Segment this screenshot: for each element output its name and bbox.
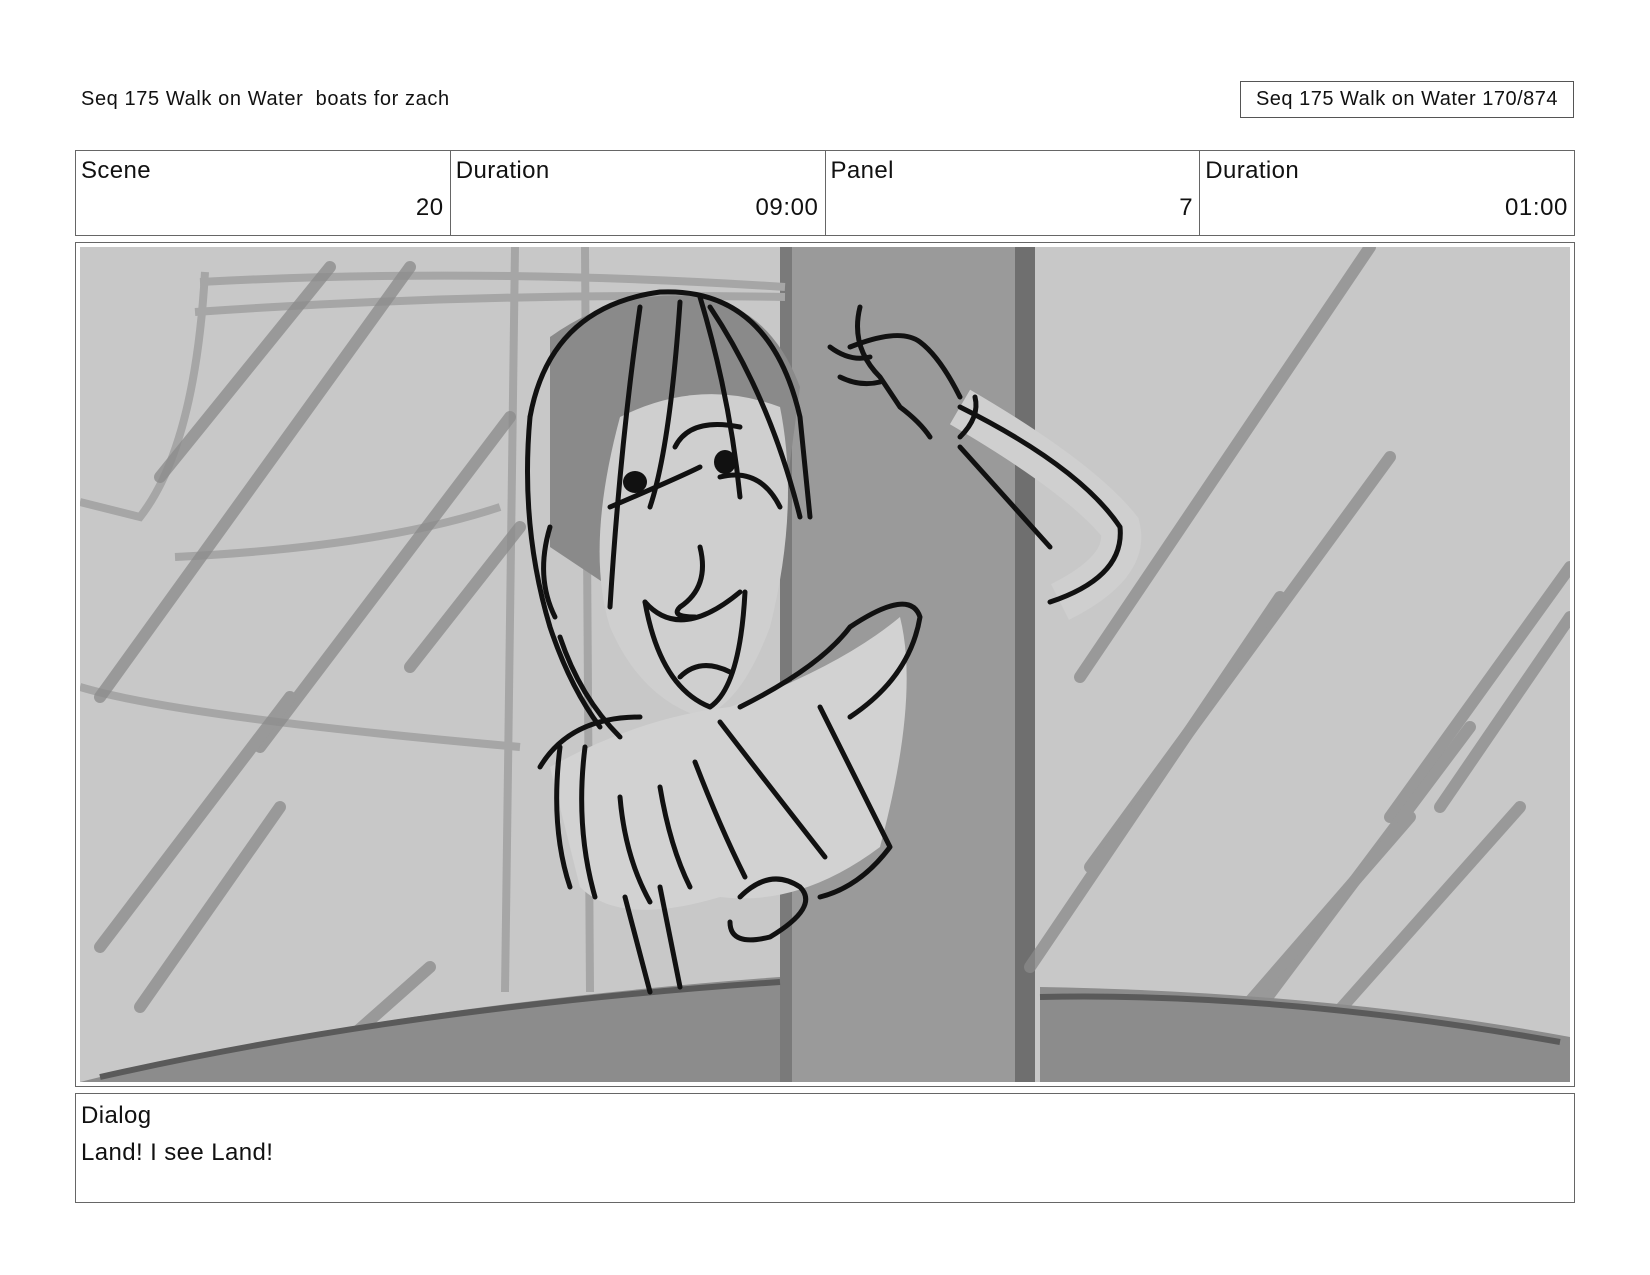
- scene-label: Scene: [81, 157, 152, 184]
- scene-duration-label: Duration: [455, 157, 550, 184]
- panel-number: 7: [1179, 194, 1194, 221]
- scene-duration-cell: Duration 09:00: [451, 151, 826, 235]
- scene-number: 20: [415, 194, 444, 221]
- panel-info-table: Scene 20 Duration 09:00 Panel 7 Duration…: [75, 150, 1575, 236]
- left-eye: [623, 471, 647, 493]
- panel-duration-cell: Duration 01:00: [1200, 151, 1574, 235]
- dialog-text: Land! I see Land!: [81, 1139, 274, 1166]
- sequence-title: Seq 175 Walk on Water boats for zach: [81, 88, 450, 110]
- storyboard-panel-frame: [75, 242, 1575, 1087]
- page-reference: Seq 175 Walk on Water 170/874: [1240, 81, 1574, 118]
- sketch-drawing: [80, 247, 1570, 1082]
- right-eye: [714, 450, 736, 474]
- scene-duration-value: 09:00: [755, 194, 819, 221]
- storyboard-sketch: [80, 247, 1570, 1082]
- panel-duration-label: Duration: [1205, 157, 1300, 184]
- panel-cell: Panel 7: [826, 151, 1201, 235]
- panel-duration-value: 01:00: [1504, 194, 1568, 221]
- scene-cell: Scene 20: [76, 151, 451, 235]
- deck-rail-right: [1040, 987, 1570, 1082]
- panel-label: Panel: [830, 157, 894, 184]
- dialog-label: Dialog: [81, 1102, 152, 1129]
- mast: [785, 247, 1030, 1082]
- dialog-box: Dialog Land! I see Land!: [75, 1093, 1575, 1203]
